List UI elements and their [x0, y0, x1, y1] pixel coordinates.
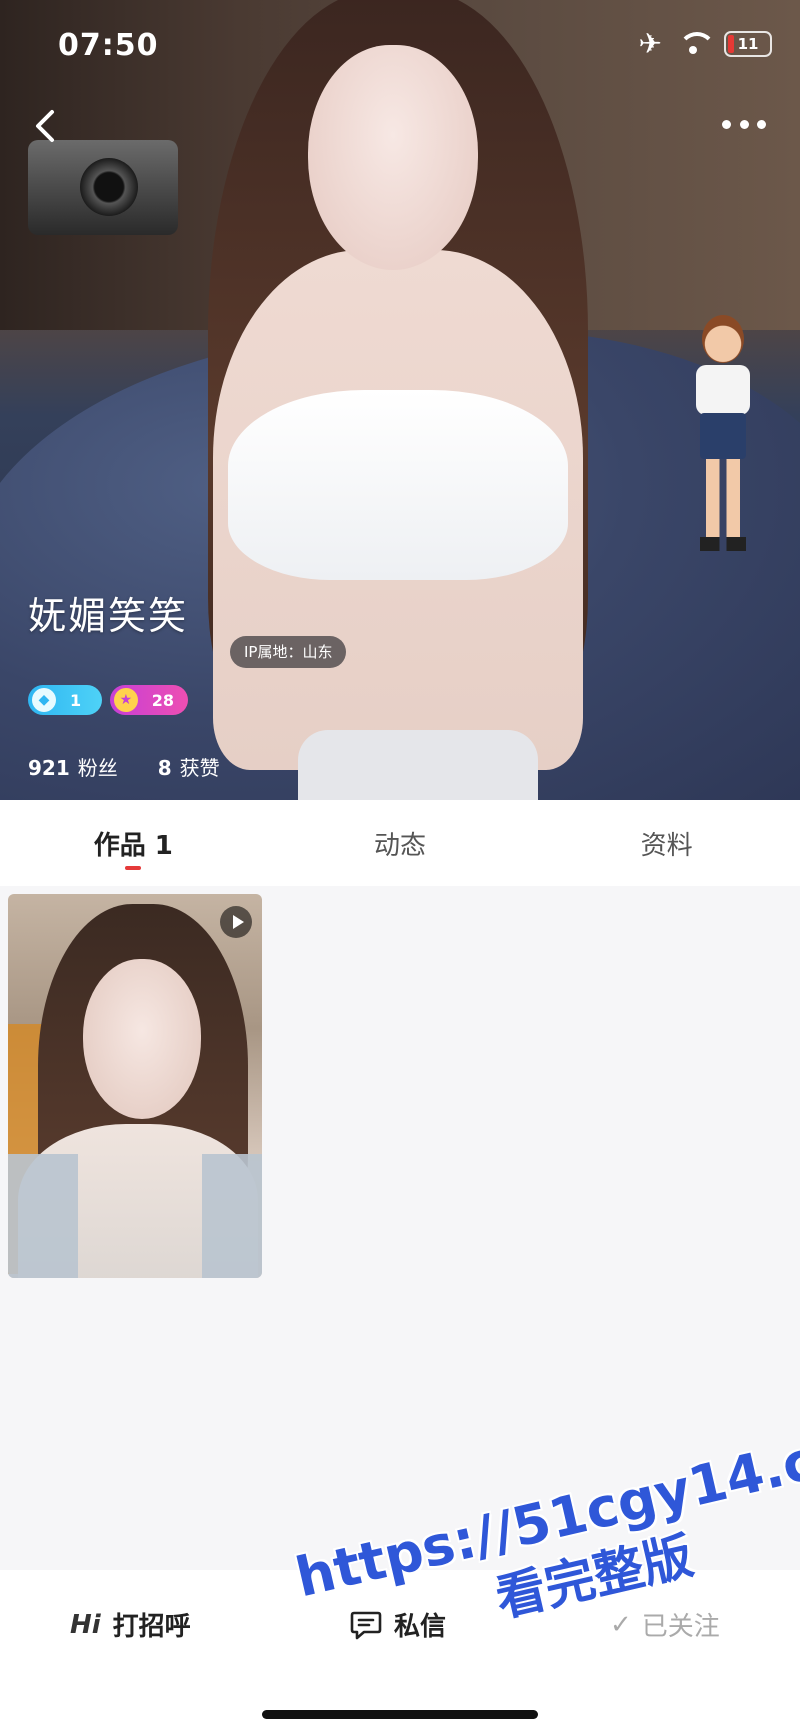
diamond-icon: ◆: [32, 688, 56, 712]
ip-location-badge: IP属地：山东: [230, 636, 347, 668]
work-video-thumbnail[interactable]: [8, 894, 262, 1278]
play-icon: [220, 906, 252, 938]
follow-label: 已关注: [641, 1612, 720, 1642]
follow-button[interactable]: ✓ 已关注: [610, 1606, 720, 1643]
check-icon: ✓: [610, 1609, 632, 1640]
camera-decoration: [28, 140, 178, 235]
3d-avatar-figure[interactable]: [688, 315, 758, 555]
message-icon: [350, 1611, 382, 1639]
fans-count: 921: [28, 756, 70, 780]
profile-stats: 921 粉丝 8 获赞: [28, 752, 220, 781]
airplane-icon: ✈: [638, 27, 662, 60]
star-level-value: 28: [151, 690, 174, 710]
profile-cover-image: [0, 0, 800, 800]
cover-person: [168, 0, 628, 800]
message-label: 私信: [394, 1612, 447, 1642]
works-grid: [0, 886, 800, 1570]
likes-label: 获赞: [179, 756, 220, 780]
tab-profile-info[interactable]: 资料: [533, 800, 800, 886]
status-time: 07:50: [58, 28, 159, 63]
chevron-left-icon[interactable]: [30, 108, 60, 144]
greet-button[interactable]: Hi 打招呼: [70, 1606, 191, 1643]
battery-level: 11: [737, 35, 759, 53]
diamond-level-value: 1: [70, 690, 82, 710]
wifi-icon: [678, 32, 716, 56]
more-dots-icon[interactable]: [722, 114, 766, 134]
likes-count: 8: [157, 756, 172, 780]
fans-label: 粉丝: [77, 756, 118, 780]
star-icon: ★: [114, 688, 138, 712]
level-badges: ◆ 1 ★ 28: [28, 685, 188, 715]
star-level-badge[interactable]: ★ 28: [110, 685, 188, 715]
profile-username: 妩媚笑笑: [28, 594, 189, 638]
private-message-button[interactable]: 私信: [350, 1606, 446, 1643]
tab-works[interactable]: 作品 1: [0, 800, 267, 886]
battery-icon: 11: [724, 31, 772, 57]
tab-moments[interactable]: 动态: [267, 800, 534, 886]
bottom-action-bar: Hi 打招呼 私信 ✓ 已关注: [0, 1570, 800, 1733]
status-icons: ✈ 11: [639, 30, 772, 58]
likes-stat[interactable]: 8 获赞: [158, 752, 220, 781]
diamond-level-badge[interactable]: ◆ 1: [28, 685, 102, 715]
greet-label: 打招呼: [112, 1612, 191, 1642]
home-indicator: [262, 1710, 538, 1719]
hi-icon: Hi: [70, 1609, 101, 1640]
profile-tabs: 作品 1 动态 资料: [0, 800, 800, 886]
fans-stat[interactable]: 921 粉丝: [28, 752, 118, 781]
